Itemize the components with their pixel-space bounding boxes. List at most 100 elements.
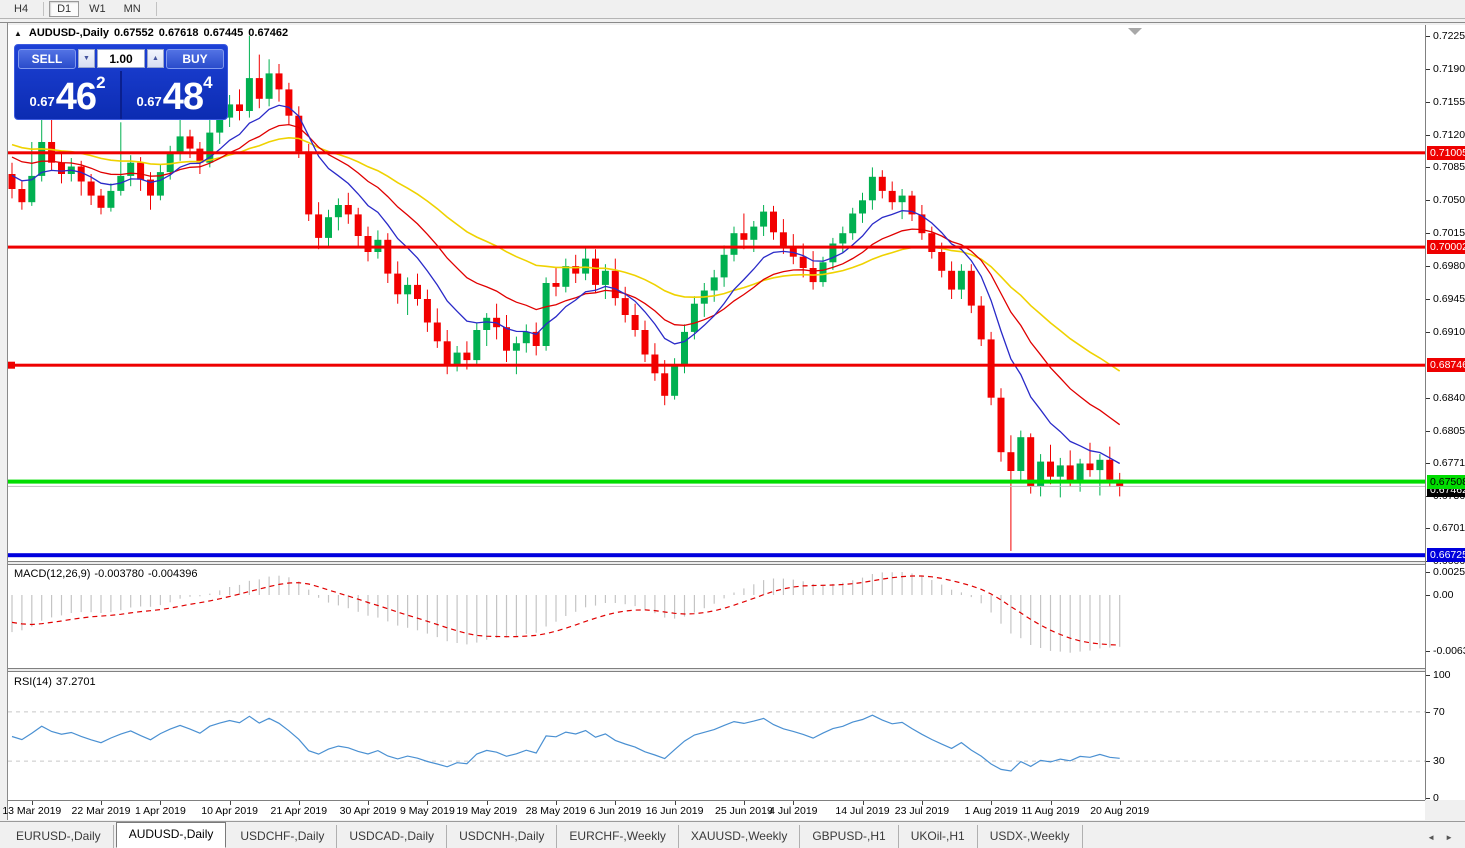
- timeframe-button-h4[interactable]: H4: [6, 1, 36, 17]
- price-axis-tick: 0: [1426, 792, 1465, 804]
- ohlc-open: 0.67552: [114, 27, 154, 39]
- price-axis-tick: 0.68050: [1426, 425, 1465, 437]
- timeframe-button-d1[interactable]: D1: [49, 1, 80, 17]
- candle-body: [97, 195, 105, 208]
- candle-body: [770, 211, 777, 233]
- timeframe-button-mn[interactable]: MN: [116, 1, 149, 17]
- candle-body: [878, 176, 886, 191]
- chart-tab-ukoil-h1[interactable]: UKOil-,H1: [899, 825, 978, 848]
- candle-body: [186, 136, 194, 149]
- level-price-label: 0.68746: [1427, 358, 1465, 373]
- candle-body: [275, 73, 283, 90]
- price-axis-tick: 0.71900: [1426, 63, 1465, 75]
- chart-tab-bar: EURUSD-,Daily AUDUSD-,Daily USDCHF-,Daily U…: [0, 821, 1465, 848]
- candle-body: [779, 232, 787, 248]
- candle-body: [483, 317, 491, 330]
- ask-quote[interactable]: 0.67 48 4: [122, 71, 227, 119]
- candle-body: [334, 205, 342, 218]
- candle-body: [888, 190, 896, 203]
- chart-tab-usdcnh-daily[interactable]: USDCNH-,Daily: [447, 825, 558, 848]
- bid-prefix: 0.67: [29, 94, 55, 109]
- price-axis[interactable]: 0.72250 0.71900 0.71550 0.71200 0.70850 0.705…: [1425, 25, 1465, 804]
- candle-body: [730, 233, 738, 255]
- candle-body: [928, 233, 936, 252]
- price-axis-tick: 30: [1426, 755, 1465, 767]
- horizontal-line[interactable]: [8, 479, 1425, 484]
- tab-scroll-arrows: ◄ ►: [1427, 833, 1461, 848]
- horizontal-line[interactable]: [8, 553, 1425, 558]
- candle-body: [305, 151, 313, 215]
- volume-input[interactable]: 1.00: [97, 49, 145, 68]
- candle-body: [967, 270, 975, 306]
- chart-tab-usdx-weekly[interactable]: USDX-,Weekly: [978, 825, 1083, 848]
- candle-body: [819, 262, 827, 283]
- price-axis-tick: 0.71200: [1426, 129, 1465, 141]
- candle-body: [1066, 465, 1074, 481]
- candle-body: [1096, 459, 1104, 471]
- date-axis-label: 20 Aug 2019: [1090, 805, 1150, 817]
- volume-increase-button[interactable]: ▲: [147, 49, 164, 68]
- rsi-line: [11, 714, 1120, 772]
- price-axis-tick: 0.00: [1426, 589, 1465, 601]
- bid-quote[interactable]: 0.67 46 2: [15, 71, 122, 119]
- chart-tab-audusd-daily[interactable]: AUDUSD-,Daily: [115, 822, 227, 848]
- horizontal-line[interactable]: [8, 245, 1425, 249]
- window-frame-top: [0, 22, 1465, 23]
- date-axis-label: 22 Mar 2019: [71, 805, 131, 817]
- candle-body: [977, 305, 985, 340]
- toolbar-separator: [43, 2, 45, 16]
- macd-label: MACD(12,26,9) -0.003780 -0.004396: [14, 568, 198, 580]
- chart-tab-eurusd-daily[interactable]: EURUSD-,Daily: [4, 825, 114, 848]
- candle-body: [898, 195, 906, 203]
- price-axis-tick: 0.70150: [1426, 227, 1465, 239]
- date-axis-label: 16 Jun 2019: [645, 805, 704, 817]
- macd-pane[interactable]: [8, 565, 1425, 668]
- candle-body: [750, 226, 758, 240]
- chart-tab-usdcad-daily[interactable]: USDCAD-,Daily: [337, 825, 448, 848]
- candle-body: [542, 283, 550, 346]
- candle-body: [671, 365, 679, 396]
- line-anchor-marker[interactable]: [8, 361, 15, 369]
- chart-tab-xauusd-weekly[interactable]: XAUUSD-,Weekly: [679, 825, 801, 848]
- chart-tab-eurchf-weekly[interactable]: EURCHF-,Weekly: [557, 825, 679, 848]
- candle-body: [364, 236, 372, 252]
- candle-body: [987, 339, 995, 398]
- chart-tab-gbpusd-h1[interactable]: GBPUSD-,H1: [800, 825, 899, 848]
- chart-tab-usdchf-daily[interactable]: USDCHF-,Daily: [228, 825, 338, 848]
- candle-body: [354, 214, 362, 236]
- candle-body: [661, 373, 669, 396]
- buy-button[interactable]: BUY: [166, 48, 224, 69]
- date-axis-label: 30 Apr 2019: [339, 805, 397, 817]
- level-price-label: 0.66725: [1427, 548, 1465, 563]
- candle-body: [503, 327, 510, 351]
- rsi-pane[interactable]: [8, 672, 1425, 800]
- date-axis[interactable]: 13 Mar 2019 22 Mar 2019 1 Apr 2019 10 Apr 2…: [2, 800, 1425, 820]
- volume-decrease-button[interactable]: ▼: [78, 49, 95, 68]
- candle-body: [740, 233, 748, 240]
- candle-body: [1047, 461, 1054, 477]
- candle-body: [611, 270, 619, 299]
- horizontal-line[interactable]: [8, 151, 1425, 155]
- candle-body: [690, 303, 698, 332]
- level-price-label: 0.67508: [1427, 474, 1465, 489]
- candle-body: [236, 104, 243, 111]
- candle-body: [443, 341, 451, 365]
- sell-button[interactable]: SELL: [18, 48, 76, 69]
- ohlc-low: 0.67445: [203, 27, 244, 39]
- date-axis-label: 10 Apr 2019: [201, 805, 258, 817]
- price-axis-tick: 0.70500: [1426, 194, 1465, 206]
- candle-body: [681, 331, 688, 366]
- candle-body: [512, 343, 520, 351]
- collapse-panel-icon[interactable]: ▲: [14, 29, 22, 38]
- timeframe-button-w1[interactable]: W1: [81, 1, 114, 17]
- candle-body: [315, 214, 323, 238]
- date-axis-label: 21 Apr 2019: [270, 805, 328, 817]
- date-axis-label: 19 May 2019: [456, 805, 518, 817]
- price-axis-tick: -0.006326: [1426, 645, 1465, 657]
- tab-scroll-right-icon[interactable]: ►: [1445, 833, 1453, 842]
- horizontal-line[interactable]: [8, 363, 1425, 367]
- date-axis-label: 9 May 2019: [399, 805, 455, 817]
- rsi-label: RSI(14) 37.2701: [14, 676, 96, 688]
- tab-scroll-left-icon[interactable]: ◄: [1427, 833, 1435, 842]
- candle-body: [255, 78, 263, 99]
